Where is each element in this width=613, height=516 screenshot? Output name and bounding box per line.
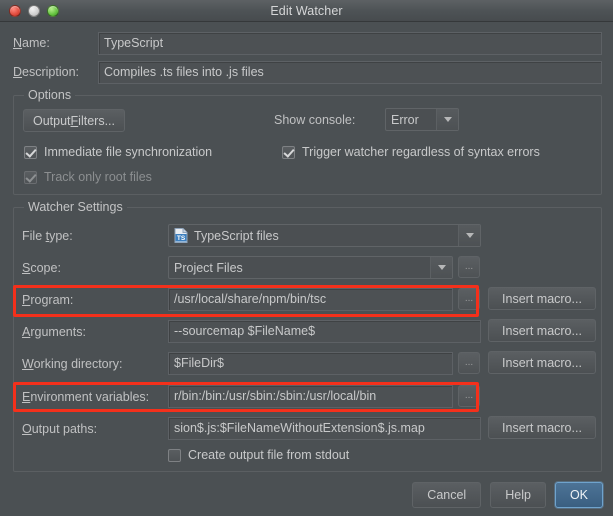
working-directory-label: Working directory: xyxy=(22,357,123,371)
checkbox-box-icon xyxy=(168,448,181,462)
svg-text:TS: TS xyxy=(177,235,186,242)
create-output-file-label: Create output file from stdout xyxy=(188,448,350,462)
file-type-value: TypeScript files xyxy=(194,228,279,243)
description-row: Description: Compiles .ts files into .js… xyxy=(13,60,602,84)
minimize-window-button[interactable] xyxy=(28,4,40,17)
window-controls xyxy=(9,4,59,17)
create-output-file-checkbox[interactable]: Create output file from stdout xyxy=(168,448,349,462)
track-only-root-files-checkbox: Track only root files xyxy=(24,170,152,184)
cancel-button[interactable]: Cancel xyxy=(412,482,482,508)
typescript-file-icon: TS xyxy=(174,228,188,243)
chevron-down-icon xyxy=(430,257,452,278)
output-paths-input[interactable]: sion$.js:$FileNameWithoutExtension$.js.m… xyxy=(168,417,481,440)
ok-button[interactable]: OK xyxy=(554,482,603,508)
watcher-settings-legend: Watcher Settings xyxy=(24,200,127,214)
scope-value: Project Files xyxy=(174,260,243,275)
environment-variables-browse-button[interactable]: ... xyxy=(458,385,480,407)
show-console-label: Show console: xyxy=(274,113,356,127)
description-input[interactable]: Compiles .ts files into .js files xyxy=(98,60,602,84)
output-paths-label: Output paths: xyxy=(22,422,98,436)
options-group: Options Output Filters... Show console: … xyxy=(13,88,602,195)
arguments-input[interactable]: --sourcemap $FileName$ xyxy=(168,320,481,343)
name-row: Name: TypeScript xyxy=(13,31,602,55)
checkbox-box-icon xyxy=(24,170,37,184)
file-type-label: File type: xyxy=(22,229,73,243)
working-directory-input[interactable]: $FileDir$ xyxy=(168,352,453,375)
show-console-value: Error xyxy=(391,112,419,127)
program-insert-macro-button[interactable]: Insert macro... xyxy=(488,287,596,310)
environment-variables-label: Environment variables: xyxy=(22,390,150,404)
scope-dropdown[interactable]: Project Files xyxy=(168,256,453,279)
window-title: Edit Watcher xyxy=(270,3,343,18)
chevron-down-icon xyxy=(436,109,458,130)
name-input[interactable]: TypeScript xyxy=(98,31,602,55)
trigger-watcher-checkbox[interactable]: Trigger watcher regardless of syntax err… xyxy=(282,145,540,159)
track-only-root-files-label: Track only root files xyxy=(44,170,152,184)
scope-browse-button[interactable]: ... xyxy=(458,256,480,278)
dialog-footer: Cancel Help OK xyxy=(412,482,603,508)
show-console-dropdown[interactable]: Error xyxy=(385,108,459,131)
window-title-bar: Edit Watcher xyxy=(0,0,613,22)
working-directory-insert-macro-button[interactable]: Insert macro... xyxy=(488,351,596,374)
checkbox-box-icon xyxy=(282,145,295,159)
watcher-settings-group: Watcher Settings File type: TS TypeScrip… xyxy=(13,200,602,472)
program-label: Program: xyxy=(22,293,74,307)
name-label: Name: xyxy=(13,36,50,50)
immediate-file-sync-label: Immediate file synchronization xyxy=(44,145,213,159)
description-label: Description: xyxy=(13,65,80,79)
output-filters-button[interactable]: Output Filters... xyxy=(23,109,125,132)
program-browse-button[interactable]: ... xyxy=(458,288,480,310)
zoom-window-button[interactable] xyxy=(47,4,59,17)
chevron-down-icon xyxy=(458,225,480,246)
environment-variables-input[interactable]: r/bin:/bin:/usr/sbin:/sbin:/usr/local/bi… xyxy=(168,385,453,408)
edit-watcher-dialog: Edit Watcher Name: TypeScript Descriptio… xyxy=(0,0,613,516)
trigger-watcher-label: Trigger watcher regardless of syntax err… xyxy=(302,145,540,159)
arguments-insert-macro-button[interactable]: Insert macro... xyxy=(488,319,596,342)
arguments-label: Arguments: xyxy=(22,325,86,339)
output-paths-insert-macro-button[interactable]: Insert macro... xyxy=(488,416,596,439)
checkbox-box-icon xyxy=(24,145,37,159)
working-directory-browse-button[interactable]: ... xyxy=(458,352,480,374)
options-legend: Options xyxy=(24,88,76,102)
file-type-dropdown[interactable]: TS TypeScript files xyxy=(168,224,481,247)
program-input[interactable]: /usr/local/share/npm/bin/tsc xyxy=(168,288,453,311)
help-button[interactable]: Help xyxy=(490,482,546,508)
immediate-file-sync-checkbox[interactable]: Immediate file synchronization xyxy=(24,145,212,159)
close-window-button[interactable] xyxy=(9,4,21,17)
scope-label: Scope: xyxy=(22,261,61,275)
